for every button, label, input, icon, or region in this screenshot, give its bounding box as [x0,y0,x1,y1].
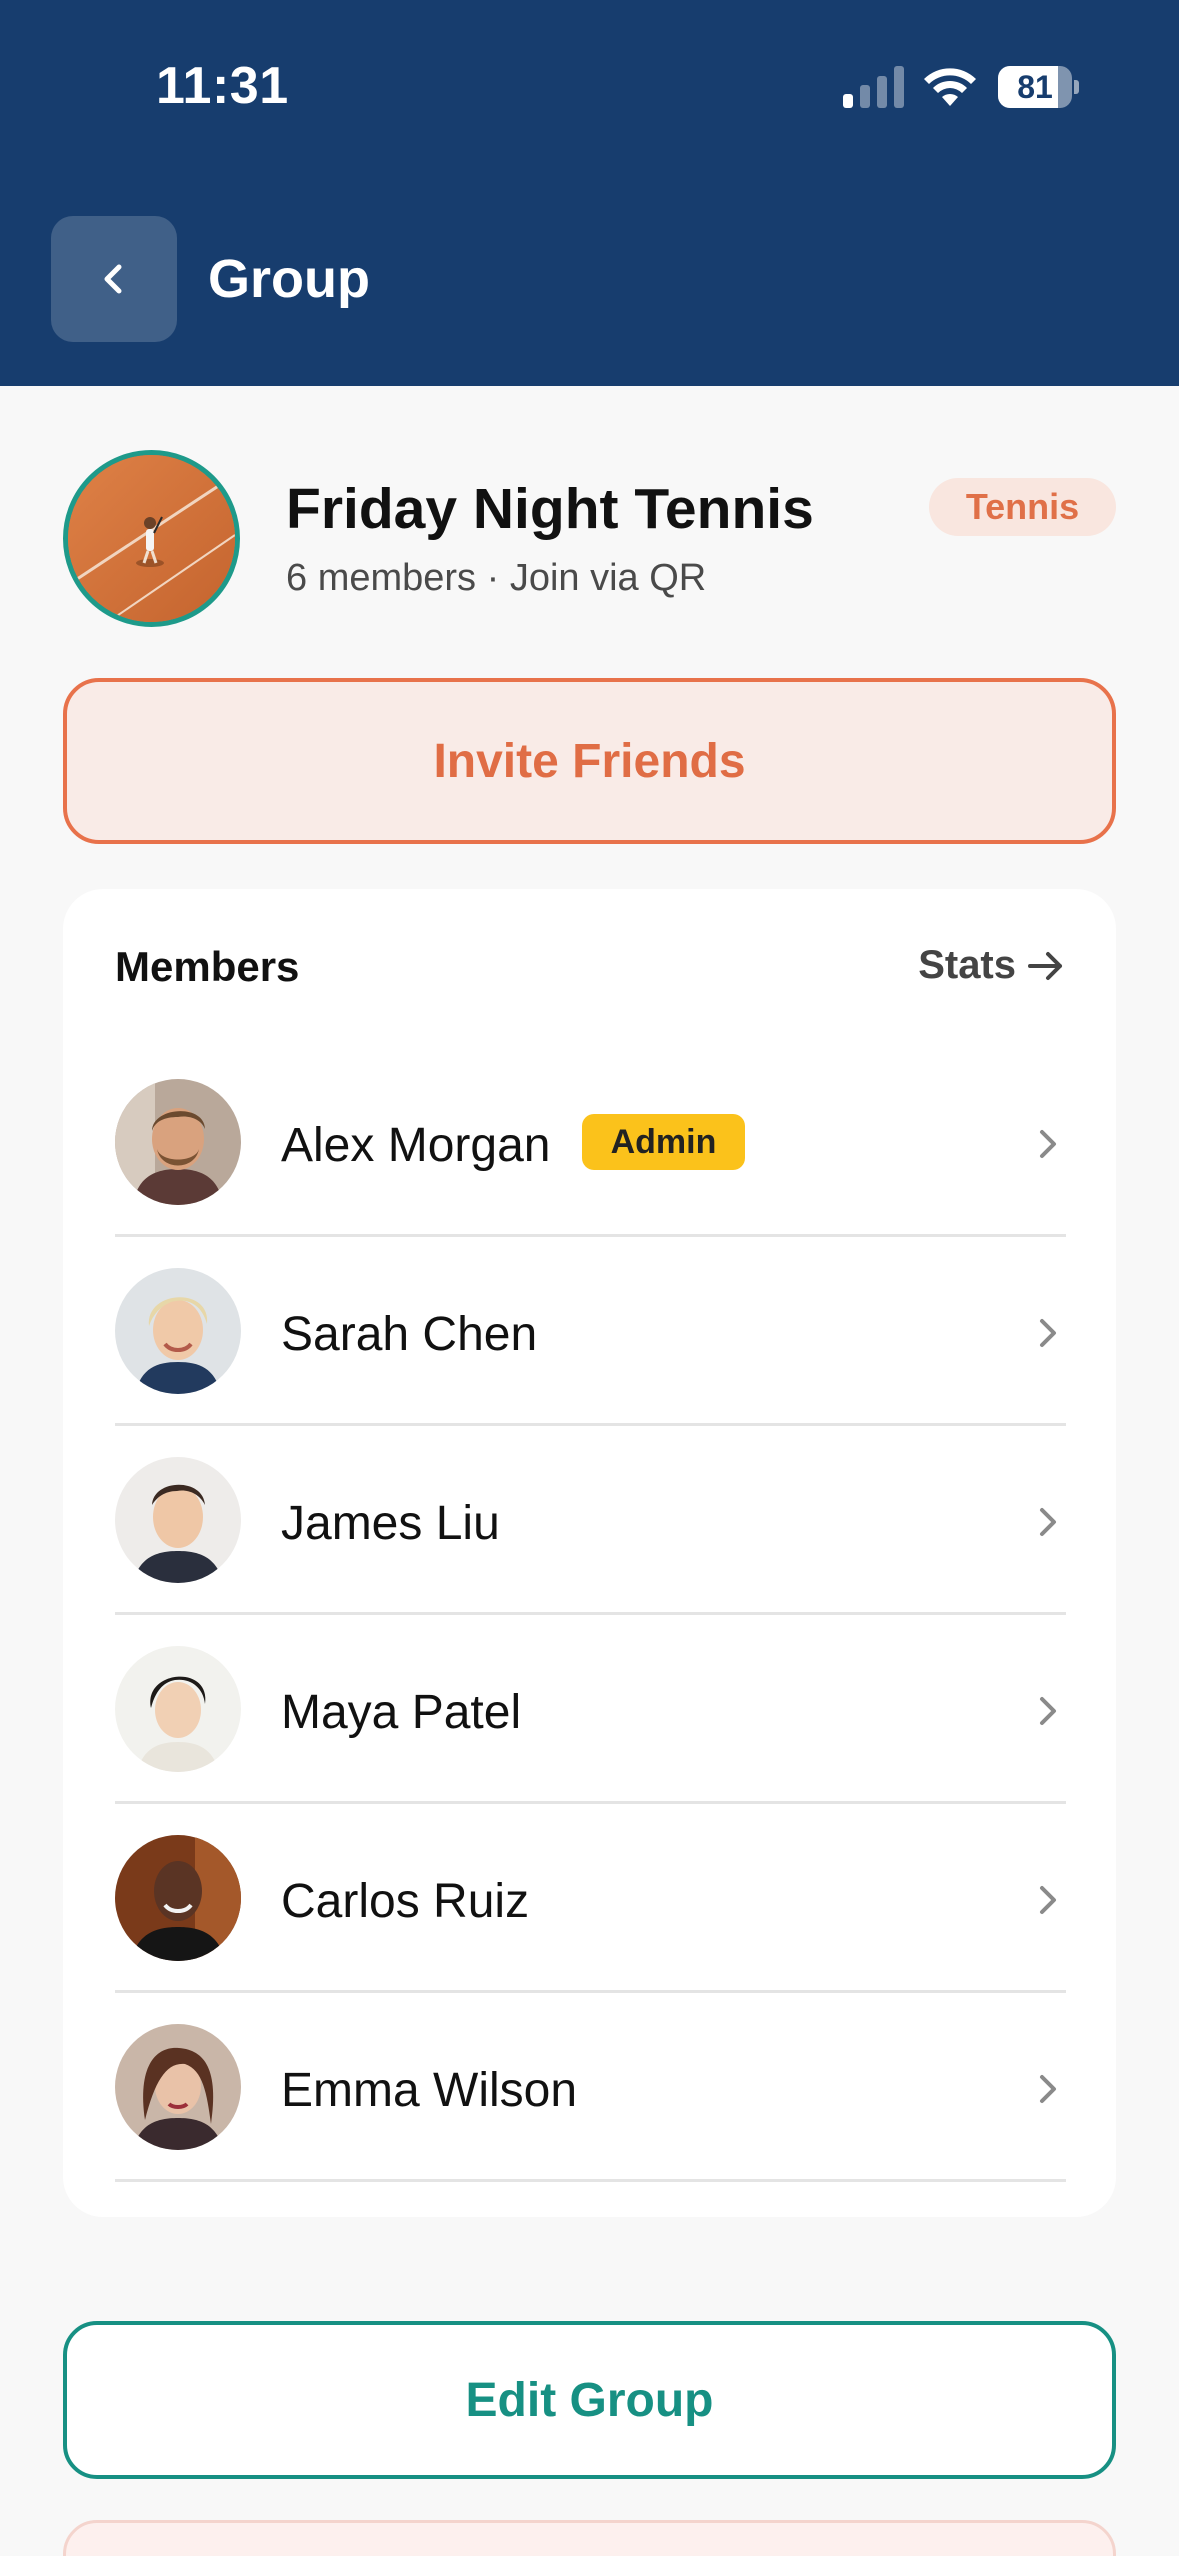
members-card: Members Stats Alex Morgan Admin Sarah Ch… [63,889,1116,2217]
member-name: Emma Wilson [281,2064,578,2117]
member-name: Carlos Ruiz [281,1875,530,1928]
leave-group-button[interactable] [63,2520,1116,2556]
avatar [115,1079,241,1205]
admin-badge: Admin [582,1114,745,1170]
member-name: Maya Patel [281,1686,522,1739]
chevron-right-icon [1040,1130,1056,1158]
battery-icon: 81 [998,66,1080,108]
member-row-emma-wilson[interactable]: Emma Wilson [115,1993,1066,2182]
member-name: Alex Morgan [281,1119,551,1172]
app-header: 11:31 81 Group [0,0,1179,386]
battery-percentage: 81 [1017,69,1053,105]
chevron-right-icon [1040,1886,1056,1914]
avatar [115,1835,241,1961]
page-title: Group [208,249,370,309]
group-meta: 6 members · Join via QR [286,557,707,599]
member-name: Sarah Chen [281,1308,538,1361]
member-row-maya-patel[interactable]: Maya Patel [115,1615,1066,1804]
stats-link[interactable]: Stats [918,943,1064,988]
member-name: James Liu [281,1497,500,1550]
tennis-court-photo [68,455,235,622]
members-title: Members [115,943,300,990]
chevron-left-icon [104,264,122,294]
arrow-right-icon [1028,951,1062,980]
chevron-right-icon [1040,1508,1056,1536]
status-time: 11:31 [156,57,289,115]
avatar [115,1268,241,1394]
avatar [115,1457,241,1583]
stats-label: Stats [918,943,1016,987]
back-button[interactable] [51,216,177,342]
invite-friends-button[interactable]: Invite Friends [63,678,1116,844]
member-row-james-liu[interactable]: James Liu [115,1426,1066,1615]
wifi-icon [924,68,976,106]
chevron-right-icon [1040,1319,1056,1347]
member-row-carlos-ruiz[interactable]: Carlos Ruiz [115,1804,1066,1993]
chevron-right-icon [1040,2075,1056,2103]
member-row-alex-morgan[interactable]: Alex Morgan Admin [115,1048,1066,1237]
edit-group-button[interactable]: Edit Group [63,2321,1116,2479]
chevron-right-icon [1040,1697,1056,1725]
sport-badge: Tennis [929,478,1116,536]
member-row-sarah-chen[interactable]: Sarah Chen [115,1237,1066,1426]
cellular-signal-icon [843,66,904,108]
avatar [115,1646,241,1772]
group-avatar [63,450,240,627]
avatar [115,2024,241,2150]
group-name: Friday Night Tennis [286,477,814,541]
